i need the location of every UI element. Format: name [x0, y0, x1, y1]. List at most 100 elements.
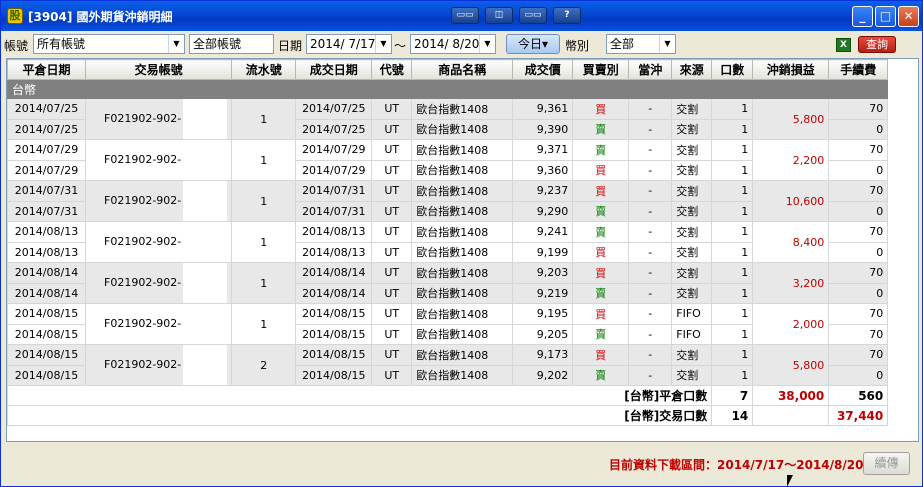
- account-select[interactable]: 所有帳號 ▼: [33, 34, 185, 54]
- col-header-close-date[interactable]: 平倉日期: [7, 59, 86, 80]
- source-cell: FIFO: [671, 303, 713, 325]
- serial-cell: 1: [231, 180, 297, 222]
- price-cell: 9,205: [512, 323, 574, 345]
- table-row[interactable]: 2014/08/15 F021902-902- 2 2014/08/15 UT 歐台指數1…: [7, 344, 889, 386]
- filter-bar: 帳號 所有帳號 ▼ 全部帳號 日期 2014/ 7/17 ▼ ～ 2014/ 8…: [1, 31, 922, 58]
- close-date-cell: 2014/08/15: [7, 364, 86, 386]
- table-row[interactable]: 2014/07/25 F021902-902- 1 2014/07/25 UT 歐台指數1…: [7, 98, 889, 140]
- col-header-price[interactable]: 成交價: [512, 59, 574, 80]
- price-cell: 9,290: [512, 200, 574, 222]
- table-row[interactable]: 2014/07/29 F021902-902- 1 2014/07/29 UT 歐台指數1…: [7, 139, 889, 181]
- col-header-side[interactable]: 買賣別: [572, 59, 630, 80]
- currency-select[interactable]: 全部 ▼: [606, 34, 676, 54]
- date-to-picker[interactable]: 2014/ 8/20 ▼: [410, 34, 496, 54]
- account-number: F021902-902-: [104, 194, 182, 207]
- serial-cell: 1: [231, 303, 297, 345]
- trade-date-cell: 2014/07/31: [295, 200, 373, 222]
- chevron-down-icon[interactable]: ▼: [659, 35, 675, 53]
- close-date-cell: 2014/07/29: [7, 139, 86, 161]
- layout-tool-button[interactable]: ▭▭: [451, 7, 479, 24]
- price-cell: 9,219: [512, 282, 574, 304]
- chevron-down-icon[interactable]: ▼: [375, 35, 391, 53]
- daytrade-cell: -: [628, 221, 673, 243]
- source-cell: 交割: [671, 241, 713, 263]
- close-date-cell: 2014/08/15: [7, 303, 86, 325]
- summary-label: [台幣]平倉口數: [7, 385, 713, 406]
- date-from-picker[interactable]: 2014/ 7/17 ▼: [306, 34, 392, 54]
- table-row[interactable]: 2014/08/15 F021902-902- 1 2014/08/15 UT 歐台指數1…: [7, 303, 889, 345]
- daytrade-cell: -: [628, 180, 673, 202]
- col-header-product[interactable]: 商品名稱: [411, 59, 514, 80]
- currency-label: 幣別: [565, 39, 590, 53]
- minimize-button[interactable]: _: [852, 6, 873, 27]
- trade-date-cell: 2014/08/13: [295, 241, 373, 263]
- summary-qty: 7: [711, 385, 754, 406]
- code-cell: UT: [371, 180, 413, 202]
- product-cell: 歐台指數1408: [411, 221, 514, 243]
- chevron-down-icon[interactable]: ▼: [479, 35, 495, 53]
- table-row[interactable]: 2014/07/31 F021902-902- 1 2014/07/31 UT 歐台指數1…: [7, 180, 889, 222]
- product-cell: 歐台指數1408: [411, 241, 514, 263]
- col-header-source[interactable]: 來源: [671, 59, 713, 80]
- price-cell: 9,195: [512, 303, 574, 325]
- continue-download-button[interactable]: 續傳: [863, 452, 910, 475]
- daytrade-cell: -: [628, 344, 673, 366]
- table-row[interactable]: 2014/08/14 F021902-902- 1 2014/08/14 UT 歐台指數1…: [7, 262, 889, 304]
- download-range-text: 目前資料下載區間：2014/7/17～2014/8/20: [609, 458, 864, 472]
- close-date-cell: 2014/08/14: [7, 282, 86, 304]
- code-cell: UT: [371, 221, 413, 243]
- today-button[interactable]: 今日▾: [506, 34, 560, 54]
- summary-row: [台幣]平倉口數 7 38,000 560: [7, 385, 889, 406]
- trade-date-cell: 2014/07/29: [295, 139, 373, 161]
- chevron-down-icon[interactable]: ▼: [168, 35, 184, 53]
- window-tool-button[interactable]: ◫: [485, 7, 513, 24]
- code-cell: UT: [371, 118, 413, 140]
- account-cell: F021902-902-: [84, 303, 233, 345]
- title-bar[interactable]: 股 [3904] 國外期貨沖銷明細 ▭▭ ◫ ▭▭ ? _ □ ✕: [1, 1, 922, 31]
- col-header-pnl[interactable]: 沖銷損益: [752, 59, 830, 80]
- fee-cell: 0: [828, 118, 889, 140]
- date-separator: ～: [394, 39, 407, 53]
- fee-cell: 70: [828, 98, 889, 120]
- col-header-daytrade[interactable]: 當沖: [628, 59, 673, 80]
- qty-cell: 1: [711, 262, 754, 284]
- account-all-field[interactable]: 全部帳號: [189, 34, 274, 54]
- col-header-trade-date[interactable]: 成交日期: [295, 59, 373, 80]
- side-cell: 賣: [572, 282, 630, 304]
- product-cell: 歐台指數1408: [411, 303, 514, 325]
- qty-cell: 1: [711, 180, 754, 202]
- code-cell: UT: [371, 241, 413, 263]
- summary-row: [台幣]交易口數 14 37,440: [7, 405, 889, 426]
- serial-cell: 1: [231, 262, 297, 304]
- fee-cell: 70: [828, 303, 889, 325]
- help-button[interactable]: ?: [553, 7, 581, 24]
- close-date-cell: 2014/08/15: [7, 323, 86, 345]
- fee-cell: 70: [828, 180, 889, 202]
- price-cell: 9,203: [512, 262, 574, 284]
- maximize-button[interactable]: □: [875, 6, 896, 27]
- close-date-cell: 2014/08/15: [7, 344, 86, 366]
- col-header-account[interactable]: 交易帳號: [84, 59, 233, 80]
- col-header-qty[interactable]: 口數: [711, 59, 754, 80]
- currency-group-row[interactable]: 台幣: [7, 79, 889, 99]
- product-cell: 歐台指數1408: [411, 282, 514, 304]
- col-header-serial[interactable]: 流水號: [231, 59, 297, 80]
- qty-cell: 1: [711, 221, 754, 243]
- query-button[interactable]: 查詢: [858, 36, 896, 53]
- summary-pnl: [752, 405, 830, 426]
- trade-date-cell: 2014/08/15: [295, 364, 373, 386]
- split-tool-button[interactable]: ▭▭: [519, 7, 547, 24]
- col-header-fee[interactable]: 手續費: [828, 59, 889, 80]
- price-cell: 9,199: [512, 241, 574, 263]
- daytrade-cell: -: [628, 241, 673, 263]
- col-header-code[interactable]: 代號: [371, 59, 413, 80]
- code-cell: UT: [371, 159, 413, 181]
- account-cell: F021902-902-: [84, 344, 233, 386]
- table-row[interactable]: 2014/08/13 F021902-902- 1 2014/08/13 UT 歐台指數1…: [7, 221, 889, 263]
- close-button[interactable]: ✕: [898, 6, 919, 27]
- excel-export-icon[interactable]: X: [836, 38, 851, 52]
- price-cell: 9,241: [512, 221, 574, 243]
- offset-detail-grid[interactable]: 平倉日期 交易帳號 流水號 成交日期 代號 商品名稱 成交價 買賣別 當沖 來源…: [6, 58, 919, 442]
- daytrade-cell: -: [628, 282, 673, 304]
- account-number: F021902-902-: [104, 358, 182, 371]
